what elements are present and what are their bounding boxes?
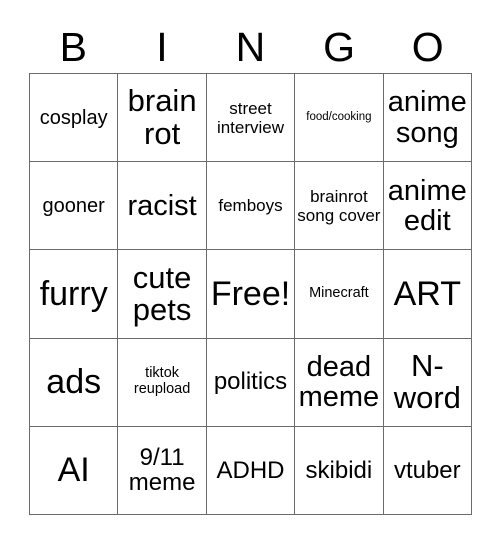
bingo-header-letter-g: G — [323, 23, 356, 70]
bingo-header-letter-n: N — [235, 23, 266, 70]
bingo-cell-label: N-word — [393, 347, 461, 416]
bingo-cell[interactable]: dead meme — [295, 338, 384, 427]
bingo-cell[interactable]: racist — [118, 162, 207, 251]
bingo-cell[interactable]: cute pets — [118, 250, 207, 339]
bingo-cell[interactable]: food/cooking — [295, 74, 384, 163]
bingo-cell-label: ADHD — [216, 456, 285, 484]
bingo-cell[interactable]: cosplay — [30, 74, 119, 163]
bingo-cell-label: ads — [46, 362, 102, 401]
bingo-cell[interactable]: ART — [383, 250, 472, 339]
bingo-header-row: B I N G O — [29, 21, 472, 73]
bingo-header-letter-o: O — [411, 23, 444, 70]
bingo-cell[interactable]: skibidi — [295, 426, 384, 515]
bingo-cell-label: anime edit — [387, 174, 467, 237]
bingo-card: B I N G O cosplay brain rot street inter… — [0, 0, 500, 544]
bingo-cell[interactable]: brainrot song cover — [295, 162, 384, 251]
bingo-cell-label: brain rot — [127, 83, 197, 151]
bingo-cell[interactable]: ADHD — [206, 426, 296, 515]
bingo-cell[interactable]: vtuber — [383, 426, 472, 515]
bingo-cell[interactable]: AI — [30, 426, 119, 515]
bingo-cell-label: racist — [127, 189, 197, 222]
bingo-cell-label: ART — [393, 274, 461, 313]
bingo-cell[interactable]: 9/11 meme — [118, 426, 207, 515]
bingo-cell-label: street interview — [216, 98, 285, 137]
bingo-cell-label: skibidi — [305, 456, 373, 484]
bingo-cell[interactable]: Minecraft — [295, 250, 384, 339]
bingo-cell-label: dead meme — [298, 351, 380, 414]
bingo-cell[interactable]: street interview — [206, 74, 296, 163]
bingo-header-letter-b: B — [59, 23, 87, 70]
bingo-cell-label: tiktok reupload — [133, 365, 191, 398]
bingo-cell[interactable]: ads — [30, 338, 119, 427]
bingo-cell-label: furry — [39, 274, 108, 313]
bingo-free-space-cell[interactable]: Free! — [206, 250, 296, 339]
bingo-cell-label: gooner — [42, 194, 105, 217]
bingo-cell-label: anime song — [387, 86, 467, 149]
bingo-cell[interactable]: anime edit — [383, 162, 472, 251]
bingo-cell-label: cute pets — [132, 259, 192, 327]
bingo-cell[interactable]: N-word — [383, 338, 472, 427]
bingo-cell[interactable]: femboys — [206, 162, 296, 251]
bingo-cell[interactable]: brain rot — [118, 74, 207, 163]
bingo-free-space-label: Free! — [210, 274, 291, 313]
bingo-cell[interactable]: furry — [30, 250, 119, 339]
bingo-cell-label: vtuber — [393, 456, 461, 484]
bingo-cell-label: Minecraft — [309, 285, 369, 302]
bingo-cell-label: 9/11 meme — [128, 443, 196, 497]
bingo-cell-label: politics — [213, 368, 288, 396]
bingo-cell-label: femboys — [218, 196, 283, 216]
bingo-grid: cosplay brain rot street interview food/… — [29, 73, 472, 515]
bingo-cell-label: cosplay — [39, 106, 108, 129]
bingo-cell[interactable]: politics — [206, 338, 296, 427]
bingo-cell[interactable]: anime song — [383, 74, 472, 163]
bingo-cell-label: AI — [57, 451, 90, 490]
bingo-cell[interactable]: gooner — [30, 162, 119, 251]
bingo-cell-label: food/cooking — [306, 111, 372, 124]
bingo-cell[interactable]: tiktok reupload — [118, 338, 207, 427]
bingo-cell-label: brainrot song cover — [297, 186, 381, 225]
bingo-header-letter-i: I — [156, 23, 168, 70]
